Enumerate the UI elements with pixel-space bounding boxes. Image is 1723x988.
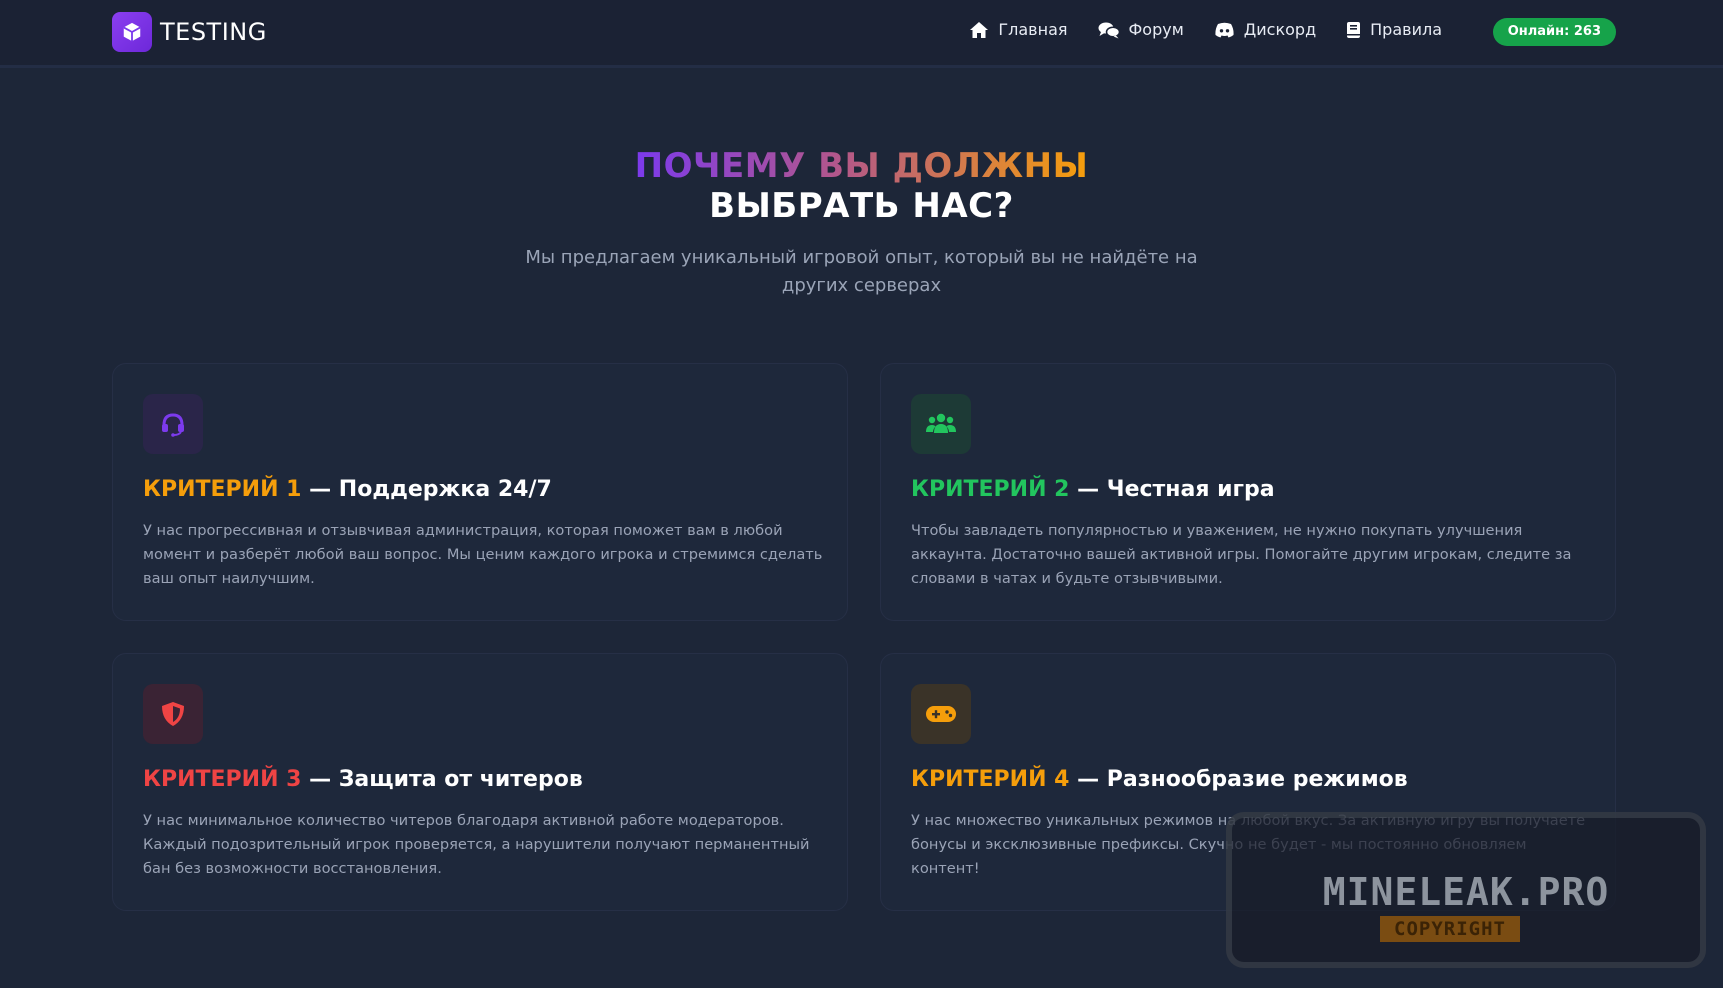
nav-home-label: Главная: [998, 20, 1068, 39]
card-description: Чтобы завладеть популярностью и уважение…: [911, 522, 1572, 587]
criterion-label: КРИТЕРИЙ 3: [143, 767, 302, 792]
card-description: У нас минимальное количество читеров бла…: [143, 812, 810, 877]
logo-text: TESTING: [160, 18, 267, 46]
headset-icon: [143, 394, 203, 454]
card-title: КРИТЕРИЙ 3 — Защита от читеров: [143, 767, 583, 792]
section-title-gradient: ПОЧЕМУ ВЫ ДОЛЖНЫ: [634, 146, 1089, 186]
section-subtitle: Мы предлагаем уникальный игровой опыт, к…: [525, 247, 1198, 296]
gamepad-icon: [911, 684, 971, 744]
nav-forum-label: Форум: [1128, 20, 1184, 39]
card-title-text: — Честная игра: [1077, 477, 1275, 502]
criterion-label: КРИТЕРИЙ 4: [911, 767, 1070, 792]
nav-rules-label: Правила: [1370, 20, 1442, 39]
nav-home[interactable]: Главная: [969, 20, 1068, 39]
nav-discord-label: Дискорд: [1243, 20, 1317, 39]
nav-discord[interactable]: Дискорд: [1214, 20, 1316, 39]
card-title-text: — Разнообразие режимов: [1077, 767, 1408, 792]
card-title-text: — Поддержка 24/7: [309, 477, 552, 502]
section-title-line1: ПОЧЕМУ ВЫ ДОЛЖНЫ: [0, 146, 1723, 186]
card-title: КРИТЕРИЙ 2 — Честная игра: [911, 477, 1275, 502]
nav-rules[interactable]: Правила: [1346, 20, 1442, 39]
card-title: КРИТЕРИЙ 1 — Поддержка 24/7: [143, 477, 552, 502]
discord-icon: [1215, 22, 1234, 37]
main-nav: Главная Форум Дискорд Правила: [939, 20, 1442, 39]
comments-icon: [1098, 22, 1120, 38]
criterion-label: КРИТЕРИЙ 1: [143, 477, 302, 502]
card-title-text: — Защита от читеров: [309, 767, 583, 792]
watermark-text: MINELEAK.PRO: [1322, 870, 1610, 914]
book-icon: [1347, 21, 1361, 38]
feature-card-fair-play: КРИТЕРИЙ 2 — Честная игра Чтобы завладет…: [880, 363, 1616, 621]
site-logo[interactable]: TESTING: [112, 12, 267, 52]
users-icon: [911, 394, 971, 454]
feature-card-support: КРИТЕРИЙ 1 — Поддержка 24/7 У нас прогре…: [112, 363, 848, 621]
shield-icon: [143, 684, 203, 744]
watermark: MINELEAK.PRO COPYRIGHT: [1226, 812, 1706, 968]
feature-card-anticheat: КРИТЕРИЙ 3 — Защита от читеров У нас мин…: [112, 653, 848, 911]
page: TESTING Главная Форум Дискорд Правила Он…: [0, 0, 1723, 988]
watermark-copyright: COPYRIGHT: [1380, 916, 1520, 942]
criterion-label: КРИТЕРИЙ 2: [911, 477, 1070, 502]
home-icon: [970, 21, 989, 38]
card-description: У нас прогрессивная и отзывчивая админис…: [143, 522, 823, 587]
cube-icon: [112, 12, 152, 52]
nav-forum[interactable]: Форум: [1098, 20, 1184, 39]
card-title: КРИТЕРИЙ 4 — Разнообразие режимов: [911, 767, 1408, 792]
section-title-line2: ВЫБРАТЬ НАС?: [709, 186, 1014, 226]
top-navbar: TESTING Главная Форум Дискорд Правила Он…: [0, 0, 1723, 68]
online-badge: Онлайн: 263: [1492, 18, 1616, 46]
